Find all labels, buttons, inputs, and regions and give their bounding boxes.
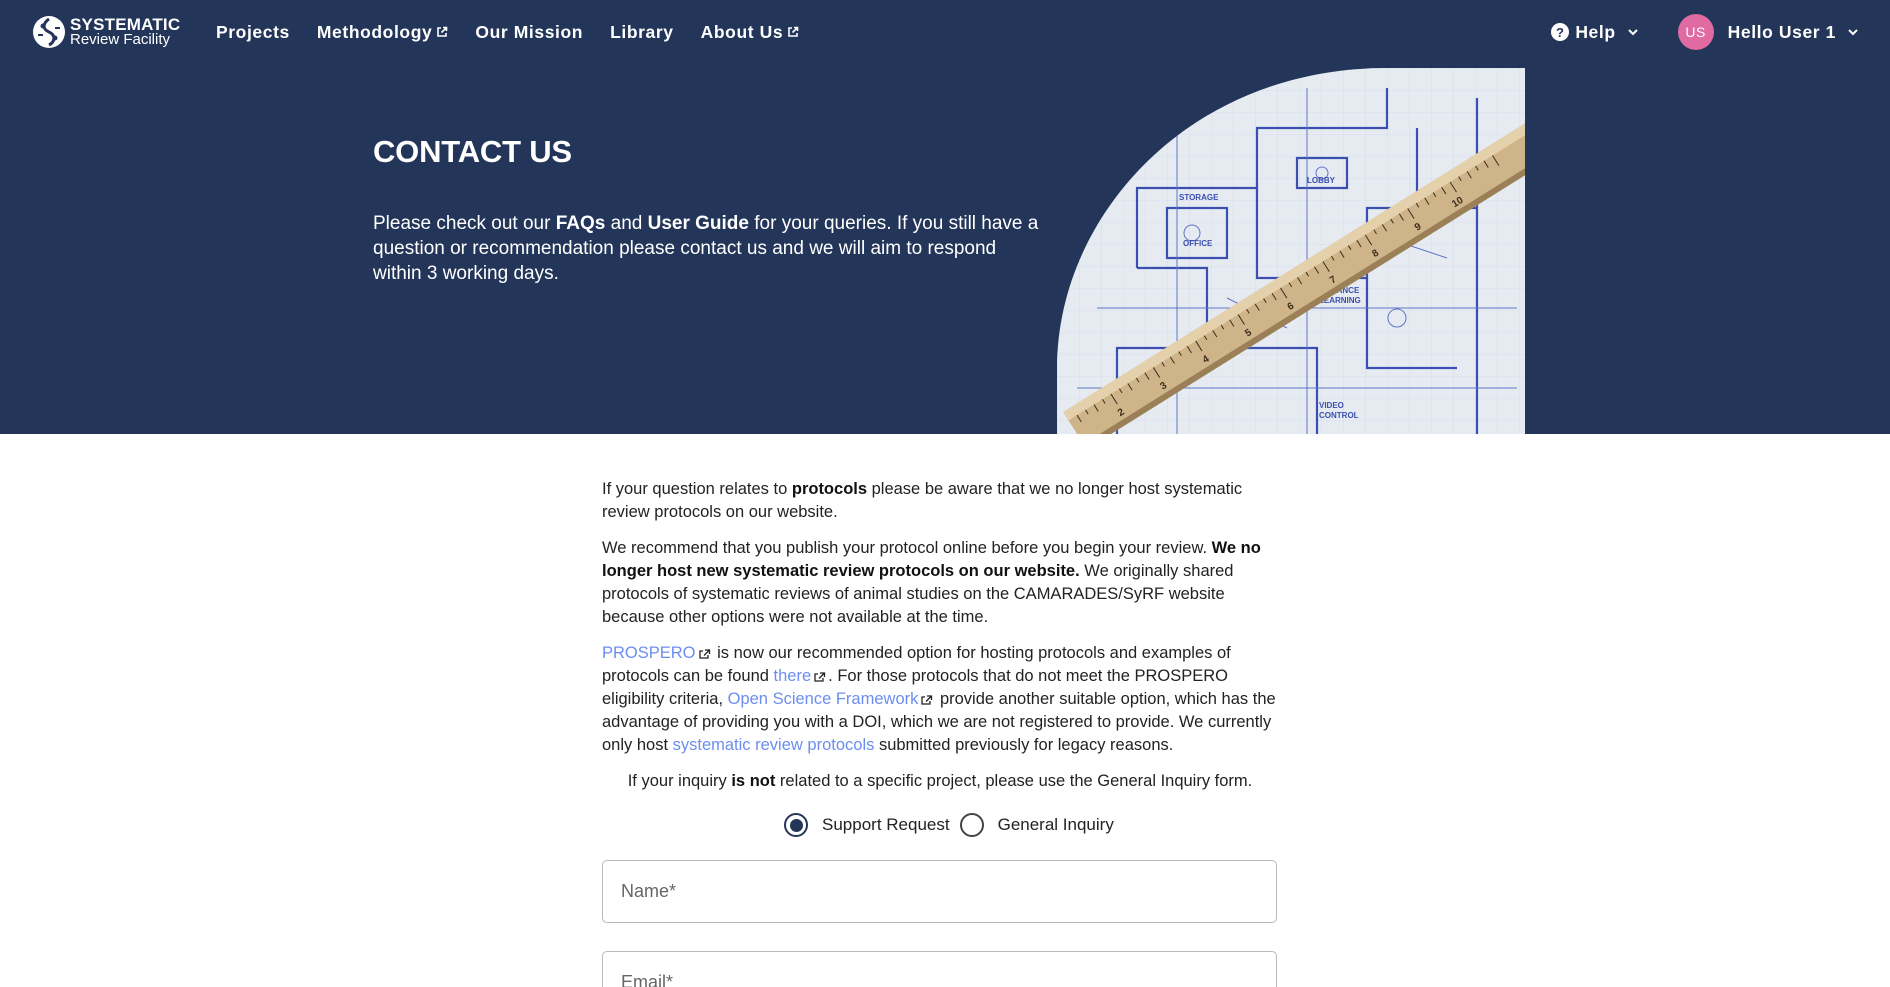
nav-link-label: Library [610,21,674,42]
external-link-icon [921,695,933,705]
help-icon: ? [1551,23,1570,41]
nav-link-label: Methodology [316,21,433,42]
external-link-icon [788,26,799,37]
svg-text:STORAGE: STORAGE [1179,193,1219,202]
prospero-link[interactable]: PROSPERO [602,644,696,662]
faqs-link[interactable]: FAQs [556,213,606,234]
page-title: CONTACT US [373,134,572,169]
support-request-radio[interactable]: Support Request [784,813,950,837]
there-link[interactable]: there [774,667,812,685]
nav-link-about-us[interactable]: About Us [701,22,800,43]
external-link-icon [698,649,710,659]
radio-unchecked-icon [959,813,984,837]
hero-text-part: Please check out our [373,213,556,234]
svg-text:VIDEO: VIDEO [1319,401,1344,410]
nav-link-label: Our Mission [475,21,584,42]
svg-text:OFFICE: OFFICE [1183,239,1213,248]
nav-link-label: About Us [700,21,784,42]
inquiry-note: If your inquiry is not related to a spec… [602,770,1278,793]
text-part: submitted previously for legacy reasons. [874,736,1174,754]
hero-text-part: and [605,213,648,234]
systematic-review-protocols-link[interactable]: systematic review protocols [673,736,875,754]
text-emphasis: is not [731,772,776,790]
radio-dot [789,818,803,832]
radio-checked-icon [784,813,808,837]
logo[interactable]: SYSTEMATIC Review Facility [32,14,180,50]
nav-link-label: Projects [216,21,290,42]
nav-link-our-mission[interactable]: Our Mission [475,22,583,43]
external-link-icon [437,26,448,37]
contact-info: If your question relates to protocols pl… [602,478,1278,806]
recommendation-paragraph: We recommend that you publish your proto… [602,537,1278,629]
help-label: Help [1575,21,1616,42]
nav-link-library[interactable]: Library [610,22,674,43]
email-input[interactable] [603,952,1276,987]
blueprint-image: STORAGE LOBBY OFFICE DISTANCE LEARNING V… [1057,68,1525,434]
general-inquiry-radio[interactable]: General Inquiry [959,813,1114,837]
protocols-notice: If your question relates to protocols pl… [602,478,1278,524]
user-guide-link[interactable]: User Guide [648,213,749,234]
text-part: If your question relates to [602,480,792,498]
text-part: If your inquiry [627,772,732,790]
svg-text:LOBBY: LOBBY [1307,176,1336,185]
text-part: We recommend that you publish your proto… [602,539,1212,557]
avatar: US [1677,14,1714,50]
chevron-down-icon [1848,29,1858,36]
external-link-icon [814,672,826,682]
inquiry-type-radio-group: Support Request General Inquiry [784,812,1124,838]
top-navigation: SYSTEMATIC Review Facility Projects Meth… [0,0,1890,64]
hosting-options-paragraph: PROSPERO is now our recommended option f… [602,642,1278,757]
text-part: related to a specific project, please us… [775,772,1253,790]
user-menu[interactable]: US Hello User 1 [1677,14,1860,50]
user-greeting: Hello User 1 [1727,21,1836,42]
osf-link[interactable]: Open Science Framework [728,690,919,708]
radio-label: Support Request [822,815,950,834]
email-field [602,951,1277,987]
logo-icon [33,16,65,48]
logo-subtitle: Review Facility [70,30,171,48]
text-emphasis: protocols [791,480,868,498]
chevron-down-icon [1627,29,1638,36]
nav-link-methodology[interactable]: Methodology [317,22,448,43]
nav-links: Projects Methodology Our Mission Library… [216,0,826,64]
name-field [602,860,1277,923]
name-input[interactable] [603,861,1276,922]
radio-label: General Inquiry [997,815,1114,834]
help-menu[interactable]: ? Help [1551,22,1639,43]
svg-text:CONTROL: CONTROL [1319,411,1359,420]
hero-banner: SYSTEMATIC Review Facility Projects Meth… [0,0,1890,434]
hero-description: Please check out our FAQs and User Guide… [373,211,1043,286]
nav-right: ? Help US Hello User 1 [1551,0,1860,64]
nav-link-projects[interactable]: Projects [216,22,290,43]
